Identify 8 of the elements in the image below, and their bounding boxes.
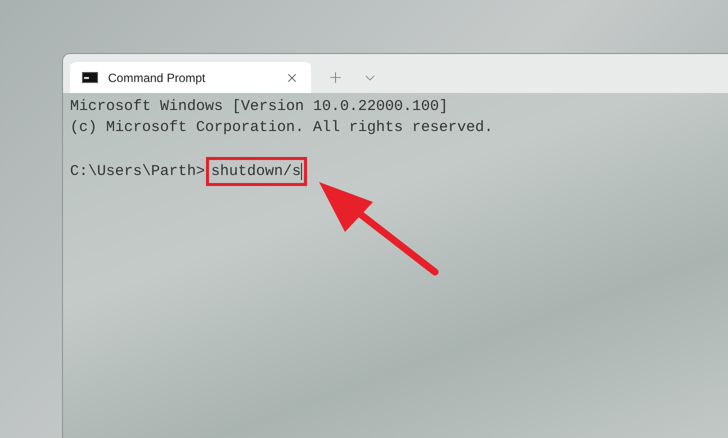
command-prompt: C:\Users\Parth> <box>70 162 206 182</box>
new-tab-icon[interactable] <box>327 69 344 86</box>
tab-title: Command Prompt <box>108 70 206 86</box>
console-icon <box>82 72 98 83</box>
console-line: (c) Microsoft Corporation. All rights reserved. <box>70 118 494 138</box>
command-input[interactable]: shutdown/s <box>206 157 308 186</box>
console-line: Microsoft Windows [Version 10.0.22000.100] <box>70 97 448 117</box>
tab[interactable]: Command Prompt <box>70 62 311 93</box>
